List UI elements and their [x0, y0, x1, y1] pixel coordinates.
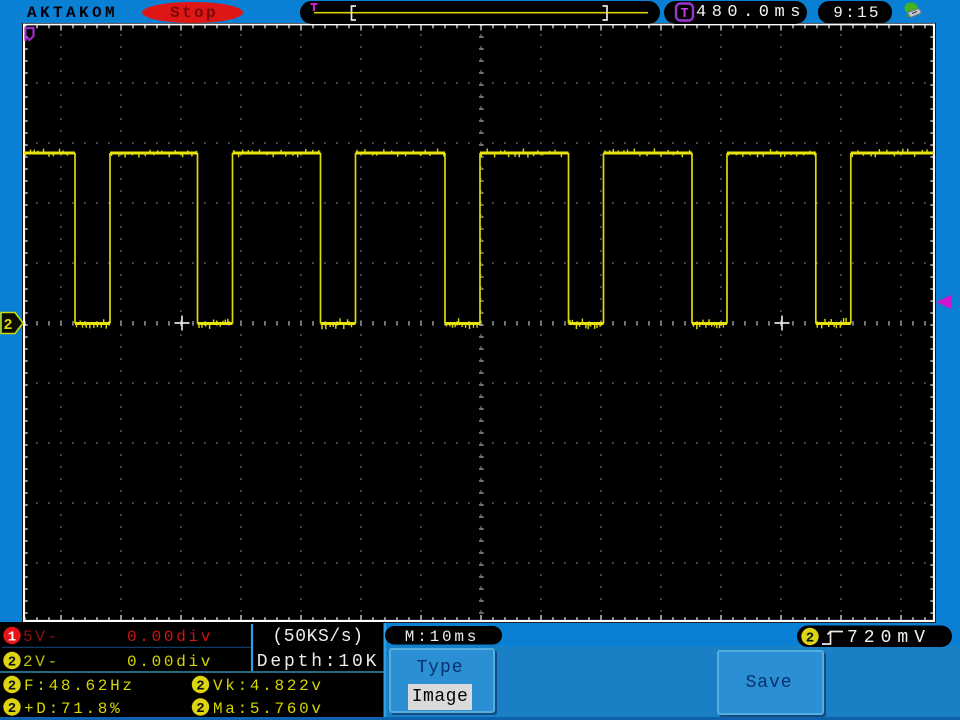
svg-text:2: 2 — [8, 655, 16, 671]
svg-text:2: 2 — [196, 701, 204, 717]
svg-text:2: 2 — [806, 631, 814, 647]
svg-text:2: 2 — [8, 679, 16, 695]
svg-text:T: T — [680, 7, 688, 22]
svg-text:2: 2 — [196, 679, 204, 695]
svg-text:2: 2 — [8, 701, 16, 717]
svg-text:1: 1 — [8, 630, 16, 646]
